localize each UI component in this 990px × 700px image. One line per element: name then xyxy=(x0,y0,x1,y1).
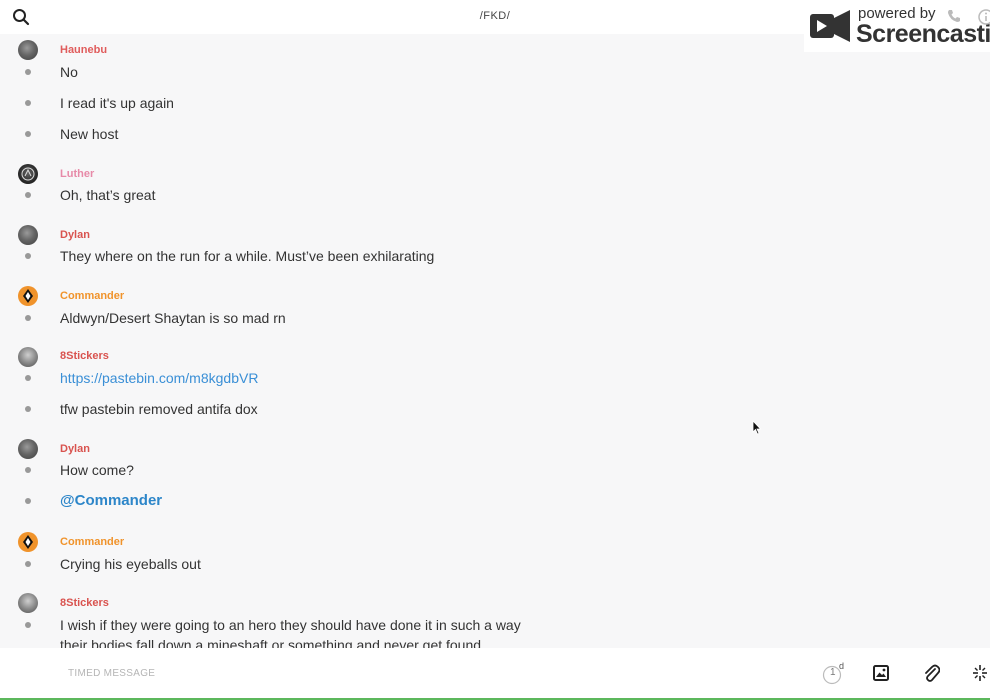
avatar-8stickers[interactable] xyxy=(18,347,38,367)
message-list[interactable]: Haunebu No I read it's up again New host… xyxy=(0,34,990,648)
username-dylan[interactable]: Dylan xyxy=(60,229,90,241)
phone-icon[interactable] xyxy=(946,8,962,24)
commander-emblem-icon xyxy=(23,535,33,549)
message-dot xyxy=(25,192,31,198)
message-text: I read it's up again xyxy=(60,95,174,111)
username-haunebu[interactable]: Haunebu xyxy=(60,44,107,56)
timer-value: 1 xyxy=(830,667,836,678)
message-mention[interactable]: @Commander xyxy=(60,492,162,509)
avatar-commander[interactable] xyxy=(18,532,38,552)
avatar-dylan[interactable] xyxy=(18,225,38,245)
message-text: Crying his eyeballs out xyxy=(60,556,201,572)
username-dylan[interactable]: Dylan xyxy=(60,443,90,455)
message-dot xyxy=(25,406,31,412)
luther-avatar-icon xyxy=(21,167,35,181)
info-icon[interactable] xyxy=(978,9,990,25)
username-8stickers[interactable]: 8Stickers xyxy=(60,597,109,609)
paperclip-icon[interactable] xyxy=(922,663,940,683)
message-text: New host xyxy=(60,126,119,142)
message-text: No xyxy=(60,64,78,80)
composer-bar: TIMED MESSAGE 1 d xyxy=(0,648,990,700)
username-luther[interactable]: Luther xyxy=(60,168,94,180)
message-text: I wish if they were going to an hero the… xyxy=(60,617,521,633)
message-link[interactable]: https://pastebin.com/m8kgdbVR xyxy=(60,370,258,386)
username-commander[interactable]: Commander xyxy=(60,536,124,548)
avatar-luther[interactable] xyxy=(18,164,38,184)
message-text: How come? xyxy=(60,462,134,478)
commander-emblem-icon xyxy=(23,289,33,303)
timer-unit: d xyxy=(839,661,845,671)
message-dot xyxy=(25,131,31,137)
mouse-cursor-icon xyxy=(752,420,762,435)
image-icon[interactable] xyxy=(873,665,889,681)
message-dot xyxy=(25,375,31,381)
sparkle-icon[interactable] xyxy=(972,664,988,682)
avatar-commander[interactable] xyxy=(18,286,38,306)
message-text: their bodies fall down a mineshaft or so… xyxy=(60,637,482,648)
avatar-haunebu[interactable] xyxy=(18,40,38,60)
username-8stickers[interactable]: 8Stickers xyxy=(60,350,109,362)
message-dot xyxy=(25,498,31,504)
message-text: Oh, that’s great xyxy=(60,187,156,203)
avatar-dylan[interactable] xyxy=(18,439,38,459)
message-text: Aldwyn/Desert Shaytan is so mad rn xyxy=(60,310,286,326)
message-dot xyxy=(25,253,31,259)
message-dot xyxy=(25,467,31,473)
message-dot xyxy=(25,100,31,106)
message-text: tfw pastebin removed antifa dox xyxy=(60,401,258,417)
message-dot xyxy=(25,622,31,628)
message-text: They where on the run for a while. Must’… xyxy=(60,248,435,264)
timed-message-input[interactable]: TIMED MESSAGE xyxy=(68,668,155,679)
username-commander[interactable]: Commander xyxy=(60,290,124,302)
message-dot xyxy=(25,561,31,567)
message-dot xyxy=(25,69,31,75)
message-dot xyxy=(25,315,31,321)
avatar-8stickers[interactable] xyxy=(18,593,38,613)
